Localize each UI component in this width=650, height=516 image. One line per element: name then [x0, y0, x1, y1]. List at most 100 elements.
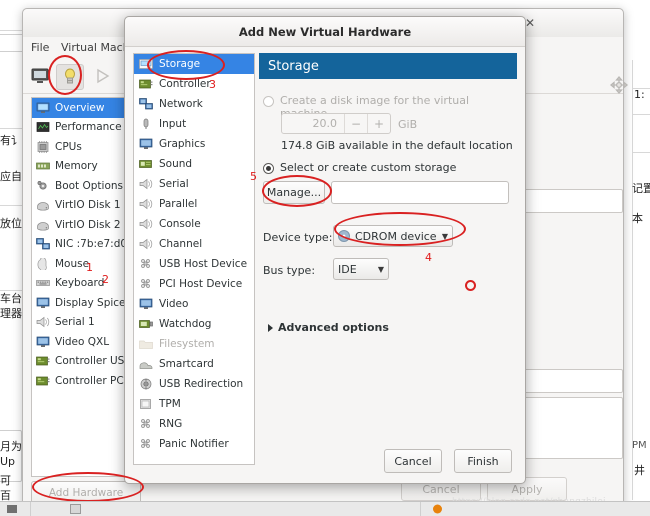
- vm-apply-label: Apply: [511, 482, 543, 496]
- vm-hardware-item-label: NIC :7b:e7:d0: [55, 238, 128, 251]
- device-item-label: Input: [159, 118, 187, 130]
- device-item-tpm[interactable]: TPM: [134, 394, 254, 414]
- device-item-label: Panic Notifier: [159, 438, 229, 450]
- available-space-text: 174.8 GiB available in the default locat…: [281, 139, 513, 152]
- display-icon: [139, 298, 153, 309]
- device-item-controller[interactable]: Controller: [134, 74, 254, 94]
- bg-text-fragment: 本: [632, 212, 643, 225]
- device-item-label: USB Redirection: [159, 378, 244, 390]
- bg-text-fragment: 井: [634, 464, 645, 477]
- advanced-options-label: Advanced options: [278, 321, 389, 334]
- dialog-cancel-button[interactable]: Cancel: [384, 449, 442, 473]
- device-item-label: Filesystem: [159, 338, 215, 350]
- device-item-graphics[interactable]: Graphics: [134, 134, 254, 154]
- device-item-usb-redirection[interactable]: USB Redirection: [134, 374, 254, 394]
- manage-button[interactable]: Manage...: [263, 181, 325, 204]
- device-item-smartcard[interactable]: Smartcard: [134, 354, 254, 374]
- vm-hardware-item-label: Video QXL: [55, 335, 110, 348]
- device-category-list[interactable]: Storage Controller Network Input Graphics Sou…: [133, 53, 255, 465]
- usb-icon: [141, 259, 150, 268]
- device-type-combo[interactable]: CDROM device ▼: [333, 225, 453, 247]
- device-item-label: Controller: [159, 78, 211, 90]
- dialog-title: Add New Virtual Hardware: [125, 17, 525, 47]
- add-hardware-label: Add Hardware: [48, 487, 124, 499]
- vm-hardware-item-label: Boot Options: [55, 179, 124, 192]
- controller-icon: [36, 356, 50, 366]
- device-item-console[interactable]: Console: [134, 214, 254, 234]
- device-item-rng[interactable]: RNG: [134, 414, 254, 434]
- dialog-finish-button[interactable]: Finish: [454, 449, 512, 473]
- device-item-panic-notifier[interactable]: Panic Notifier: [134, 434, 254, 454]
- vm-hardware-item-label: Serial 1: [55, 316, 95, 329]
- device-item-parallel[interactable]: Parallel: [134, 194, 254, 214]
- device-item-label: Storage: [159, 58, 201, 70]
- show-console-button[interactable]: [27, 64, 53, 88]
- taskbar-app-icon[interactable]: [6, 503, 18, 515]
- gear-icon: [37, 180, 47, 190]
- network-icon: [139, 98, 153, 110]
- vm-hardware-item-label: Controller PCI: [55, 374, 127, 387]
- device-item-pci-host-device[interactable]: PCI Host Device: [134, 274, 254, 294]
- device-item-channel[interactable]: Channel: [134, 234, 254, 254]
- device-item-watchdog[interactable]: Watchdog: [134, 314, 254, 334]
- bg-text-fragment: 1:: [634, 88, 645, 101]
- device-item-sound[interactable]: Sound: [134, 154, 254, 174]
- device-item-label: Graphics: [159, 138, 206, 150]
- smartcard-icon: [139, 362, 153, 369]
- create-disk-radio[interactable]: [263, 96, 274, 107]
- advanced-options-expander[interactable]: Advanced options: [268, 321, 389, 334]
- move-handle-icon[interactable]: [609, 75, 629, 95]
- rng-icon: [141, 419, 150, 428]
- device-item-label: Channel: [159, 238, 203, 250]
- disk-size-spinner[interactable]: 20.0 − +: [281, 113, 391, 134]
- device-type-value: CDROM device: [355, 229, 437, 243]
- info-bulb-icon: [65, 68, 75, 84]
- device-item-label: Watchdog: [159, 318, 212, 330]
- device-item-usb-host-device[interactable]: USB Host Device: [134, 254, 254, 274]
- vm-hardware-item-label: VirtIO Disk 2: [55, 218, 121, 231]
- custom-storage-radio[interactable]: [263, 163, 274, 174]
- bg-text-fragment: 应自: [0, 170, 22, 183]
- monitor-icon: [36, 102, 50, 113]
- vm-hardware-item-label: Memory: [55, 160, 98, 173]
- cpu-icon: [37, 141, 49, 153]
- device-item-serial[interactable]: Serial: [134, 174, 254, 194]
- device-item-video[interactable]: Video: [134, 294, 254, 314]
- bg-text-fragment: Up: [0, 455, 16, 468]
- input-icon: [143, 118, 149, 129]
- vm-hardware-item-label: Overview: [55, 101, 105, 114]
- annotation-number-1: 1: [86, 261, 93, 274]
- chevron-down-icon: ▼: [377, 264, 384, 274]
- bg-text-fragment: 记置: [632, 182, 650, 195]
- device-item-filesystem[interactable]: Filesystem: [134, 334, 254, 354]
- run-vm-button[interactable]: [89, 64, 115, 88]
- device-item-storage[interactable]: Storage: [134, 54, 254, 74]
- disk-size-increment[interactable]: +: [368, 117, 390, 131]
- panel-heading-label: Storage: [268, 58, 319, 74]
- disk-size-decrement[interactable]: −: [345, 117, 367, 131]
- controller-icon: [139, 79, 153, 89]
- play-icon: [97, 68, 110, 84]
- bus-type-value: IDE: [338, 262, 357, 276]
- device-item-network[interactable]: Network: [134, 94, 254, 114]
- annotation-dot: [465, 280, 476, 291]
- display-icon: [36, 297, 50, 308]
- bg-text-fragment: PM: [632, 440, 647, 451]
- taskbar-browser-icon[interactable]: [432, 504, 443, 514]
- disk-icon: [37, 221, 49, 231]
- vm-hardware-item-label: Mouse: [55, 257, 90, 270]
- annotation-number-2: 2: [102, 273, 109, 286]
- menu-file[interactable]: File: [31, 41, 49, 54]
- chevron-down-icon: ▼: [441, 231, 448, 241]
- custom-storage-label: Select or create custom storage: [280, 161, 457, 174]
- taskbar-window-icon[interactable]: [70, 504, 81, 514]
- device-item-input[interactable]: Input: [134, 114, 254, 134]
- memory-icon: [36, 162, 50, 170]
- serial-icon: [139, 238, 153, 250]
- serial-icon: [139, 178, 153, 190]
- sound-icon: [139, 160, 152, 168]
- triangle-right-icon: [268, 323, 273, 332]
- show-details-button[interactable]: [56, 64, 84, 90]
- bus-type-combo[interactable]: IDE ▼: [333, 258, 389, 280]
- storage-path-input[interactable]: [331, 181, 509, 204]
